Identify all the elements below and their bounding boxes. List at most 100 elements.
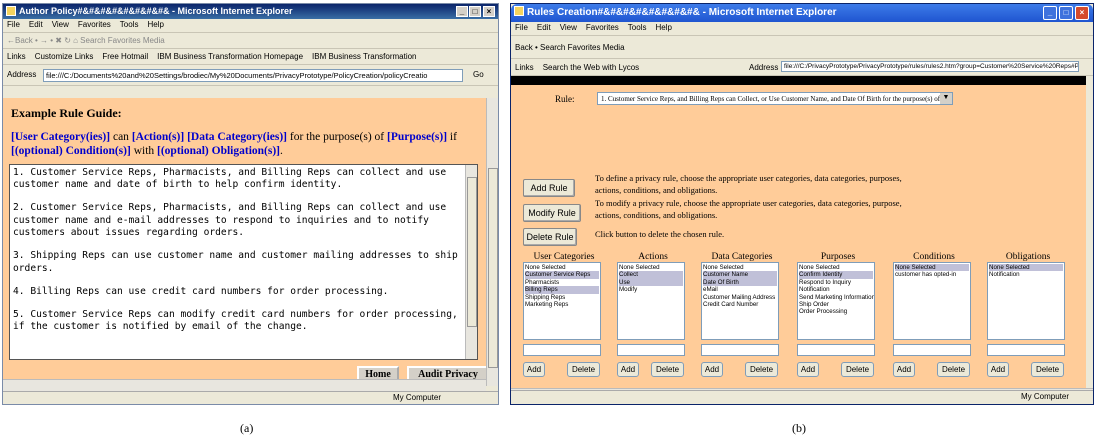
list-option[interactable]: None Selected xyxy=(989,264,1063,272)
list-option[interactable]: Ship Order xyxy=(799,301,873,308)
data-categories-input[interactable] xyxy=(701,344,779,356)
actions-delete-button[interactable]: Delete xyxy=(651,362,684,377)
list-option[interactable]: Credit Card Number xyxy=(703,301,777,308)
data-categories-add-button[interactable]: Add xyxy=(701,362,723,377)
list-option[interactable]: Date Of Birth xyxy=(703,278,777,287)
go-button[interactable]: Go xyxy=(473,70,484,79)
menu-edit[interactable]: Edit xyxy=(537,23,551,32)
obligations-add-button[interactable]: Add xyxy=(987,362,1009,377)
textarea-scrollbar[interactable] xyxy=(465,165,477,359)
link-customize[interactable]: Customize Links xyxy=(35,52,94,61)
delete-rule-button[interactable]: Delete Rule xyxy=(523,228,577,246)
list-option[interactable]: Collect xyxy=(619,271,683,279)
list-option[interactable]: None Selected xyxy=(799,264,873,271)
modify-rule-button[interactable]: Modify Rule xyxy=(523,204,581,222)
title-bar[interactable]: Rules Creation#&#&#&#&#&#&#&#& - Microso… xyxy=(511,4,1093,22)
purposes-input[interactable] xyxy=(797,344,875,356)
menu-view[interactable]: View xyxy=(52,20,69,29)
horizontal-scrollbar[interactable] xyxy=(3,379,486,391)
conditions-delete-button[interactable]: Delete xyxy=(937,362,970,377)
actions-listbox[interactable]: None Selected Collect Use Modify xyxy=(617,262,685,340)
list-option[interactable]: Confirm Identity xyxy=(799,271,873,279)
scroll-thumb[interactable] xyxy=(488,168,498,368)
menu-view[interactable]: View xyxy=(560,23,577,32)
menu-file[interactable]: File xyxy=(515,23,528,32)
list-option[interactable]: Customer Service Reps xyxy=(525,271,599,279)
list-option[interactable]: Billing Reps xyxy=(525,286,599,294)
purposes-add-button[interactable]: Add xyxy=(797,362,819,377)
toolbar[interactable]: ←Back • → • ✖ ↻ ⌂ Search Favorites Media xyxy=(3,34,498,49)
actions-add-button[interactable]: Add xyxy=(617,362,639,377)
close-button[interactable]: × xyxy=(483,6,495,17)
maximize-button[interactable]: □ xyxy=(469,6,481,17)
menu-help[interactable]: Help xyxy=(655,23,671,32)
menu-edit[interactable]: Edit xyxy=(29,20,43,29)
obligations-listbox[interactable]: None Selected Notification xyxy=(987,262,1065,340)
conditions-listbox[interactable]: None Selected customer has opted-in xyxy=(893,262,971,340)
conditions-input[interactable] xyxy=(893,344,971,356)
toolbar[interactable]: Back • Search Favorites Media xyxy=(511,37,1093,59)
close-button[interactable]: × xyxy=(1075,6,1089,20)
address-input[interactable]: file:///C:/Documents%20and%20Settings/br… xyxy=(43,69,463,82)
list-option[interactable]: None Selected xyxy=(895,264,969,272)
modify-rule-description: To modify a privacy rule, choose the app… xyxy=(595,198,902,220)
link-ibm-home[interactable]: IBM Business Transformation Homepage xyxy=(157,52,303,61)
window-rules-creation: Rules Creation#&#&#&#&#&#&#&#& - Microso… xyxy=(510,3,1094,405)
list-option[interactable]: Pharmacists xyxy=(525,279,599,286)
list-option[interactable]: Send Marketing Information xyxy=(799,294,874,301)
chevron-down-icon[interactable]: ▼ xyxy=(940,93,952,104)
actions-input[interactable] xyxy=(617,344,685,356)
menu-file[interactable]: File xyxy=(7,20,20,29)
menu-tools[interactable]: Tools xyxy=(120,20,139,29)
list-option[interactable]: Use xyxy=(619,278,683,287)
scroll-thumb[interactable] xyxy=(467,177,477,327)
data-categories-delete-button[interactable]: Delete xyxy=(745,362,778,377)
user-categories-add-button[interactable]: Add xyxy=(523,362,545,377)
add-rule-button[interactable]: Add Rule xyxy=(523,179,575,197)
conditions-add-button[interactable]: Add xyxy=(893,362,915,377)
list-option[interactable]: Customer Mailing Address xyxy=(703,294,777,301)
user-categories-input[interactable] xyxy=(523,344,601,356)
list-option[interactable]: Respond to Inquiry xyxy=(799,279,873,286)
menu-favorites[interactable]: Favorites xyxy=(586,23,619,32)
address-input[interactable]: file:///C:/PrivacyPrototype/PrivacyProto… xyxy=(781,61,1079,72)
data-categories-header: Data Categories xyxy=(711,252,773,262)
purposes-delete-button[interactable]: Delete xyxy=(841,362,874,377)
rule-select[interactable]: 1. Customer Service Reps, and Billing Re… xyxy=(597,92,953,105)
link-hotmail[interactable]: Free Hotmail xyxy=(102,52,148,61)
obligations-delete-button[interactable]: Delete xyxy=(1031,362,1064,377)
user-categories-delete-button[interactable]: Delete xyxy=(567,362,600,377)
menu-favorites[interactable]: Favorites xyxy=(78,20,111,29)
list-option[interactable]: None Selected xyxy=(703,264,777,271)
obligations-input[interactable] xyxy=(987,344,1065,356)
minimize-button[interactable]: _ xyxy=(456,6,468,17)
rule-label: Rule: xyxy=(555,94,575,104)
list-option[interactable]: Marketing Reps xyxy=(525,301,599,308)
maximize-button[interactable]: □ xyxy=(1059,6,1073,20)
list-option[interactable]: Modify xyxy=(619,286,683,293)
link-ibm-bt[interactable]: IBM Business Transformation xyxy=(312,52,416,61)
list-option[interactable]: None Selected xyxy=(619,264,683,271)
purposes-listbox[interactable]: None Selected Confirm Identity Respond to … xyxy=(797,262,875,340)
data-categories-listbox[interactable]: None Selected Customer Name Date Of Birth e… xyxy=(701,262,779,340)
window-title: Rules Creation#&#&#&#&#&#&#&#& - Microso… xyxy=(527,7,837,18)
list-option[interactable]: eMail xyxy=(703,286,777,293)
rules-textarea[interactable]: 1. Customer Service Reps, Pharmacists, a… xyxy=(9,164,478,360)
list-option[interactable]: customer has opted-in xyxy=(895,271,969,278)
search-web-link[interactable]: Search the Web with Lycos xyxy=(543,63,640,72)
title-bar[interactable]: Author Policy#&#&#&#&#&#&#&#& - Microsof… xyxy=(3,4,498,19)
list-option[interactable]: Notification xyxy=(989,271,1063,278)
list-option[interactable]: None Selected xyxy=(525,264,599,271)
list-option[interactable]: Shipping Reps xyxy=(525,294,599,301)
list-option[interactable]: Notification xyxy=(799,286,873,293)
guide-purpose: [Purpose(s)] xyxy=(386,131,448,143)
list-option[interactable]: Order Processing xyxy=(799,308,873,315)
menu-help[interactable]: Help xyxy=(147,20,163,29)
minimize-button[interactable]: _ xyxy=(1043,6,1057,20)
menu-bar: File Edit View Favorites Tools Help xyxy=(3,20,498,33)
page-scrollbar[interactable] xyxy=(486,98,498,386)
list-option[interactable]: Customer Name xyxy=(703,271,777,279)
status-bar: My Computer xyxy=(3,391,498,404)
user-categories-listbox[interactable]: None Selected Customer Service Reps Pharma… xyxy=(523,262,601,340)
menu-tools[interactable]: Tools xyxy=(628,23,647,32)
